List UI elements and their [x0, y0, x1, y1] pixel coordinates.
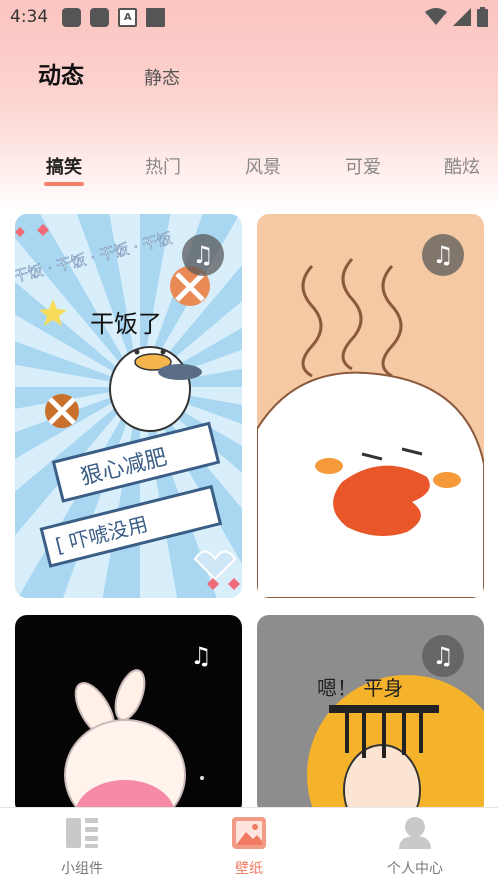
- tab-hot[interactable]: 热门: [145, 153, 181, 179]
- wifi-icon: [425, 8, 447, 25]
- notification-icon: [62, 7, 82, 27]
- active-tab-indicator: [44, 182, 84, 186]
- tab-dynamic[interactable]: 动态: [38, 56, 92, 96]
- notification-icon: [90, 7, 110, 27]
- widget-icon: [66, 818, 98, 848]
- tab-cute[interactable]: 可爱: [345, 153, 381, 179]
- music-icon[interactable]: ♫: [180, 635, 222, 677]
- nav-wallpaper[interactable]: 壁纸: [189, 816, 309, 878]
- mode-tabs: 动态 静态: [0, 50, 498, 110]
- wallpaper-card[interactable]: 干饭 · 干饭 · 干饭 · 干饭 干饭了 狠心减肥 [ 吓唬没用 ♫: [15, 214, 242, 598]
- card-caption: 嗯！ 平身: [317, 676, 403, 700]
- music-icon[interactable]: ♫: [422, 234, 464, 276]
- tab-funny[interactable]: 搞笑: [46, 153, 82, 179]
- music-icon[interactable]: ♫: [182, 234, 224, 276]
- signal-icon: [453, 8, 471, 26]
- tab-scenery[interactable]: 风景: [245, 153, 281, 179]
- status-bar: 4:34 A: [0, 0, 498, 34]
- nav-label: 小组件: [61, 861, 103, 877]
- wallpaper-icon: [232, 817, 266, 849]
- tab-cool[interactable]: 酷炫: [444, 153, 480, 179]
- nav-label: 个人中心: [387, 861, 443, 877]
- music-icon[interactable]: ♫: [422, 635, 464, 677]
- category-tabs: 搞笑 热门 风景 可爱 酷炫: [0, 153, 498, 193]
- tab-dynamic-label: 动态: [38, 63, 84, 89]
- wallpaper-card[interactable]: ♫: [257, 214, 484, 598]
- profile-icon: [399, 817, 431, 849]
- wallpaper-card[interactable]: 嗯！ 平身 ♫: [257, 615, 484, 815]
- nav-widgets[interactable]: 小组件: [22, 816, 142, 878]
- tab-static[interactable]: 静态: [144, 64, 180, 90]
- nav-profile[interactable]: 个人中心: [355, 816, 475, 878]
- battery-icon: [477, 7, 488, 27]
- scroll-text: 干饭 · 干饭 · 干饭 · 干饭: [15, 229, 174, 286]
- card-caption: 干饭了: [90, 310, 162, 338]
- keyboard-icon: A: [118, 7, 138, 27]
- wallpaper-card[interactable]: ♫: [15, 615, 242, 815]
- nav-label: 壁纸: [235, 861, 263, 877]
- notification-icon: [146, 7, 166, 27]
- bottom-nav: 小组件 壁纸 个人中心: [0, 807, 498, 885]
- status-time: 4:34: [10, 7, 49, 27]
